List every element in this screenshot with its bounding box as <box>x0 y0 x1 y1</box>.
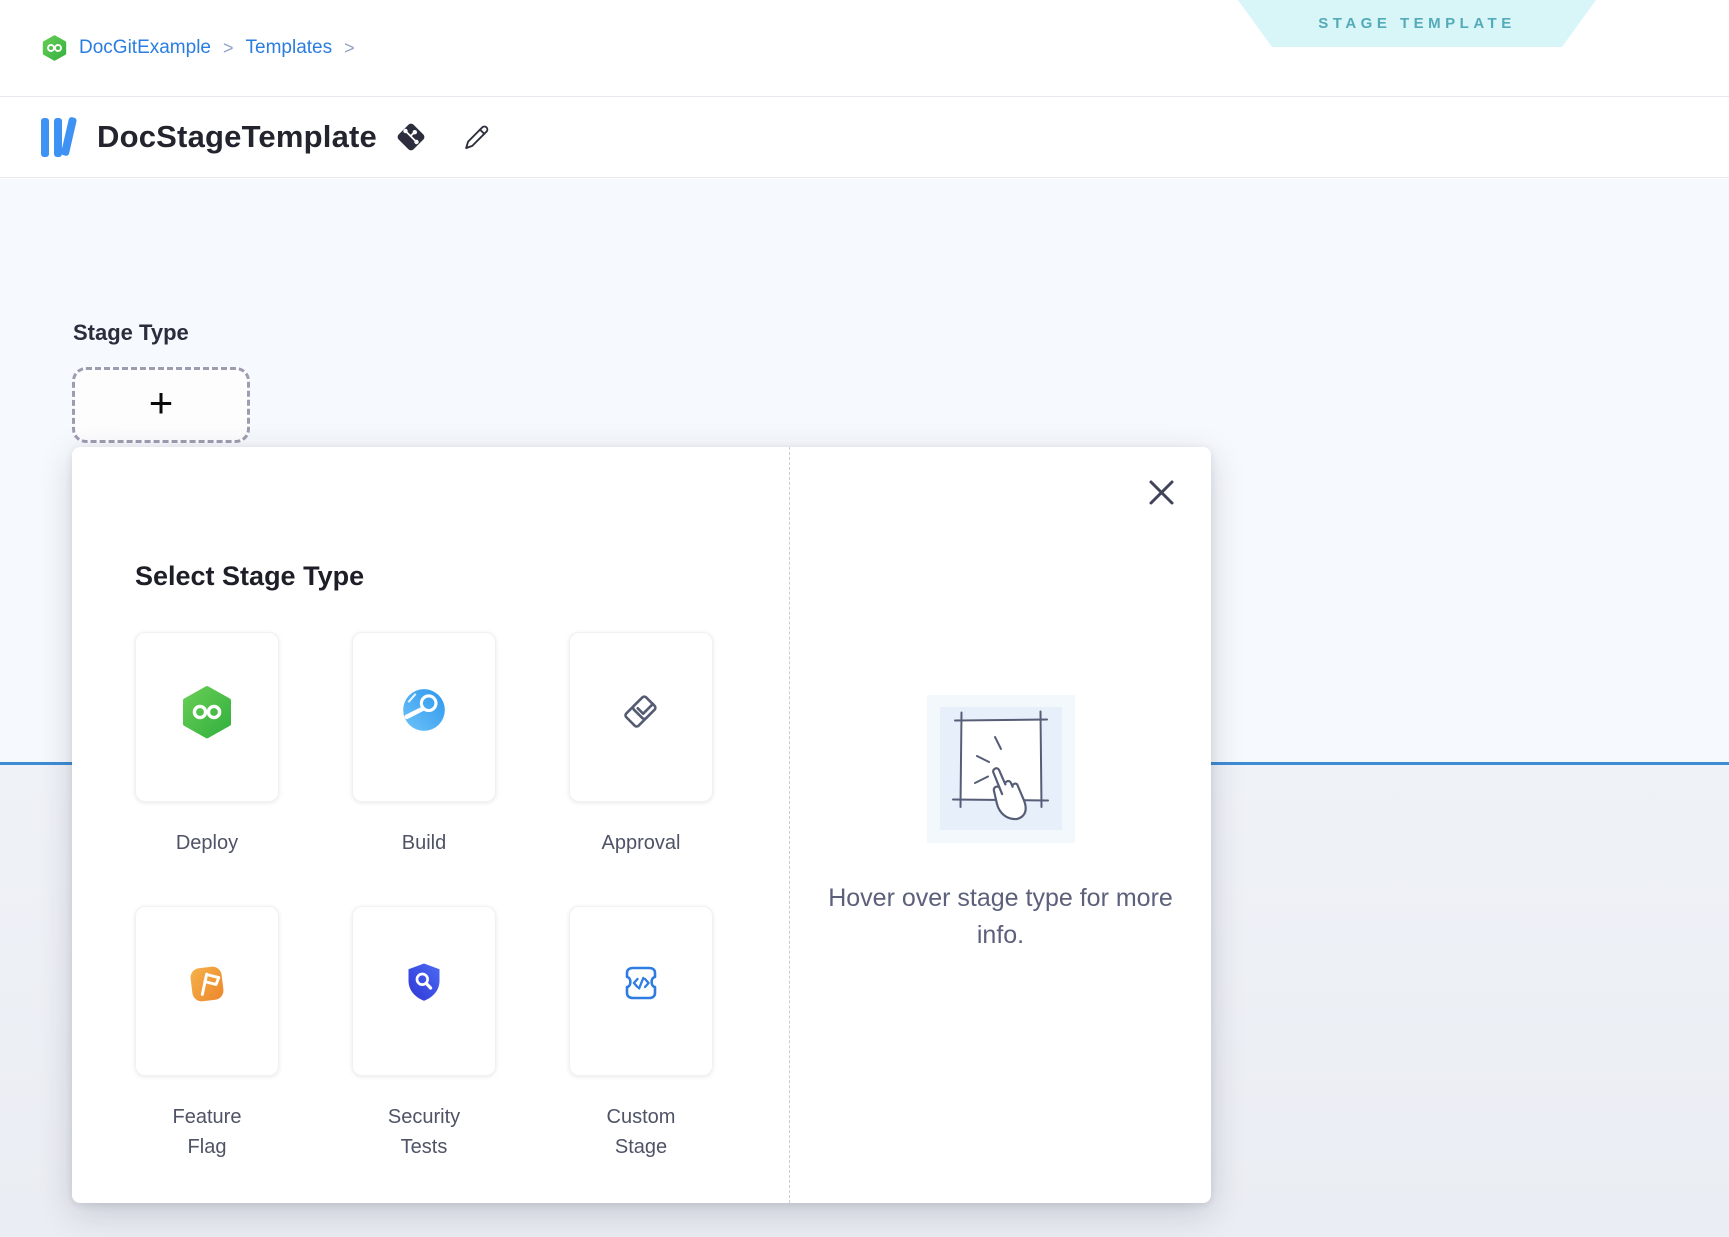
stage-card-build[interactable] <box>352 632 496 802</box>
stage-type-custom-stage: Custom Stage <box>569 906 713 1162</box>
stage-type-label: Stage Type <box>73 320 189 346</box>
plus-icon: + <box>149 382 174 424</box>
stage-card-deploy[interactable] <box>135 632 279 802</box>
stage-type-approval: Approval <box>569 632 713 858</box>
stage-card-label: Custom Stage <box>585 1102 697 1162</box>
stage-type-grid-panel: Select Stage Type <box>72 447 789 1203</box>
close-button[interactable] <box>1144 475 1178 509</box>
stage-template-badge-label: STAGE TEMPLATE <box>1318 15 1515 32</box>
stage-card-security-tests[interactable] <box>352 906 496 1076</box>
stage-card-label: Deploy <box>176 828 238 858</box>
stage-card-custom-stage[interactable] <box>569 906 713 1076</box>
add-stage-button[interactable]: + <box>72 367 250 443</box>
breadcrumb-separator: > <box>344 38 355 59</box>
stage-card-label: Feature Flag <box>151 1102 263 1162</box>
git-tag-icon <box>394 120 428 154</box>
stage-type-row-1: Deploy <box>135 632 789 858</box>
stage-template-badge: STAGE TEMPLATE <box>1238 0 1596 47</box>
breadcrumb-separator: > <box>223 38 234 59</box>
breadcrumb-bar: DocGitExample > Templates > STAGE TEMPLA… <box>0 0 1729 97</box>
stage-template-page: DocGitExample > Templates > STAGE TEMPLA… <box>0 0 1729 1237</box>
approval-check-icon <box>615 685 667 737</box>
stage-card-label: Security Tests <box>368 1102 480 1162</box>
breadcrumb-link-templates[interactable]: Templates <box>246 37 333 59</box>
stage-card-label: Approval <box>602 828 681 858</box>
stage-card-label: Build <box>402 828 446 858</box>
page-title: DocStageTemplate <box>97 119 377 155</box>
click-stage-illustration <box>927 695 1075 843</box>
ci-build-icon <box>399 685 449 735</box>
custom-stage-icon <box>617 959 665 1007</box>
popover-title: Select Stage Type <box>135 559 789 593</box>
cd-deploy-icon <box>181 685 233 739</box>
security-shield-icon <box>400 959 448 1009</box>
edit-pencil-icon[interactable] <box>462 123 491 152</box>
template-library-icon <box>38 114 82 160</box>
project-icon <box>42 35 67 61</box>
select-stage-type-popover: Select Stage Type <box>72 447 1211 1203</box>
feature-flag-icon <box>182 959 232 1009</box>
hover-hint-text: Hover over stage type for more info. <box>828 880 1174 954</box>
breadcrumb: DocGitExample > Templates > <box>42 35 355 61</box>
stage-info-panel: Hover over stage type for more info. <box>790 447 1211 1203</box>
stage-type-feature-flag: Feature Flag <box>135 906 279 1162</box>
stage-type-build: Build <box>352 632 496 858</box>
stage-card-feature-flag[interactable] <box>135 906 279 1076</box>
stage-type-security-tests: Security Tests <box>352 906 496 1162</box>
stage-type-deploy: Deploy <box>135 632 279 858</box>
breadcrumb-link-project[interactable]: DocGitExample <box>79 37 211 59</box>
template-header: DocStageTemplate VISUAL YAML <box>0 97 1729 178</box>
stage-card-approval[interactable] <box>569 632 713 802</box>
stage-type-row-2: Feature Flag <box>135 906 789 1162</box>
close-x-icon <box>1148 479 1175 506</box>
